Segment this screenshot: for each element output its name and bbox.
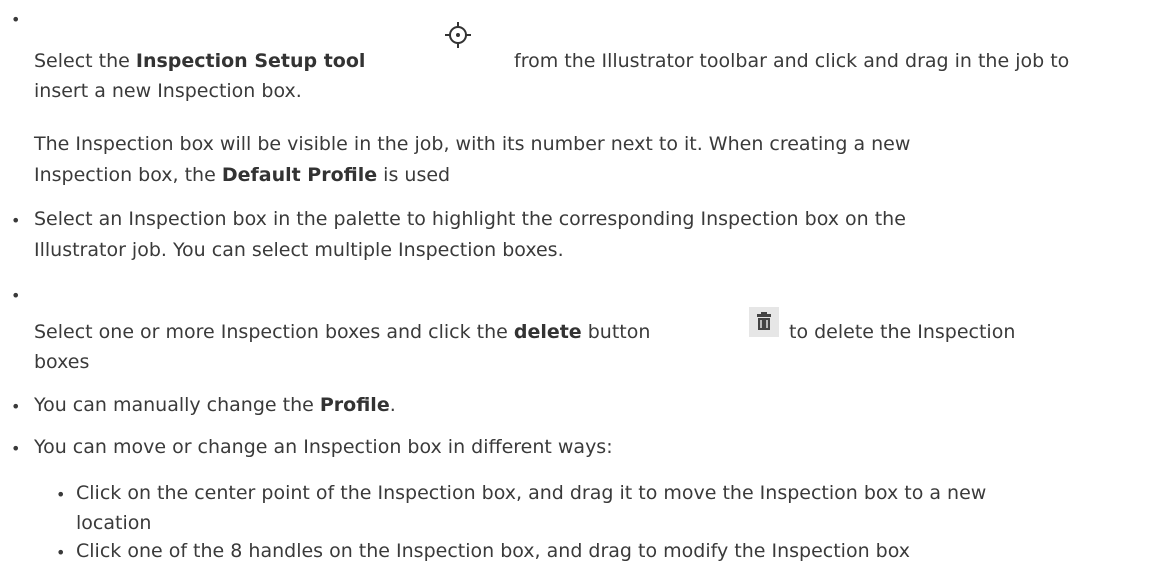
item-2-line-2: Illustrator job. You can select multiple… [34, 239, 564, 261]
item-3-line-1-cont: to delete the Inspection [789, 321, 1016, 343]
item-3-line-2: boxes [34, 351, 90, 373]
profile-label: Profile [319, 394, 390, 416]
default-profile-label: Default Profile [221, 164, 378, 186]
item-5-line-1: You can move or change an Inspection box… [34, 436, 613, 458]
sub-bullet: • [56, 543, 66, 562]
item-1-para-line-2: Inspection box, the Default Profile is u… [34, 164, 451, 186]
inspection-setup-tool-label: Inspection Setup tool [135, 50, 366, 72]
item-1-para-line-1: The Inspection box will be visible in th… [34, 133, 911, 155]
bullet: • [11, 286, 21, 305]
delete-label: delete [513, 321, 582, 343]
bullet: • [11, 439, 21, 458]
bullet: • [11, 397, 21, 416]
trash-icon [749, 307, 779, 337]
bullet: • [11, 211, 21, 230]
item-4-line-1: You can manually change the Profile. [34, 394, 396, 416]
item-1-line-2: insert a new Inspection box. [34, 80, 302, 102]
item-3-line-1: Select one or more Inspection boxes and … [34, 321, 651, 343]
sub-item-1-line-1: Click on the center point of the Inspect… [76, 482, 987, 504]
sub-item-1-line-2: location [76, 512, 152, 534]
item-1-line-1-cont: from the Illustrator toolbar and click a… [514, 50, 1070, 72]
crosshair-target-icon [445, 22, 471, 48]
sub-bullet: • [56, 485, 66, 504]
item-2-line-1: Select an Inspection box in the palette … [34, 208, 906, 230]
sub-item-2-line-1: Click one of the 8 handles on the Inspec… [76, 540, 910, 562]
item-1-line-1: Select the Inspection Setup tool [34, 50, 366, 72]
bullet: • [11, 10, 21, 29]
